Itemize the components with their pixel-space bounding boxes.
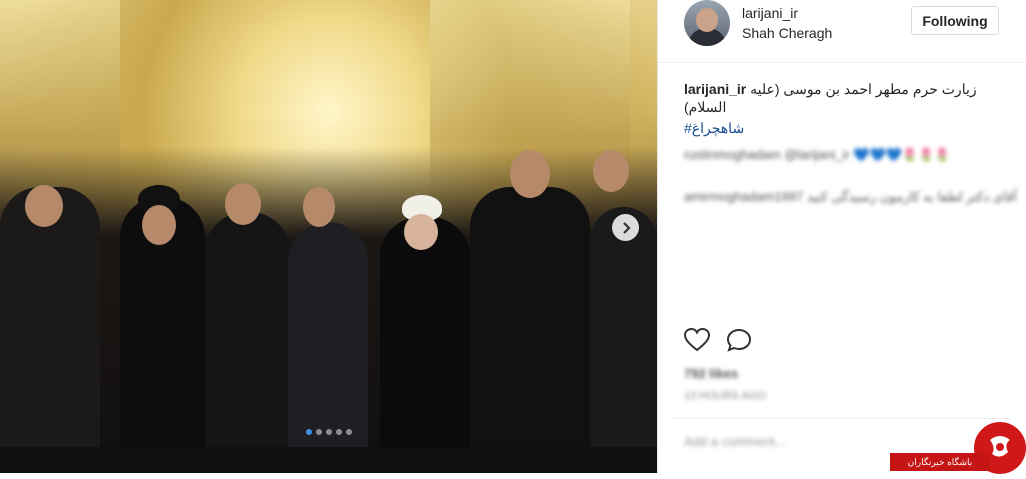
comment-text: آقای دکتر لطفا به کارمون رسیدگی کنید	[806, 189, 1017, 204]
comment-text: @larijani_ir 💙💙💙🌷🌷🌷	[784, 147, 951, 162]
chevron-right-icon	[622, 221, 631, 234]
action-bar	[683, 327, 764, 357]
hashtag-link[interactable]: #شاهچراغ	[684, 120, 744, 137]
photo-figure	[142, 205, 176, 245]
post-timestamp: 13 HOURS AGO	[684, 390, 766, 402]
following-button[interactable]: Following	[911, 6, 999, 35]
comment-username[interactable]: amirmoghadam1997	[684, 189, 803, 204]
like-button[interactable]	[683, 327, 711, 357]
carousel-indicator	[0, 422, 657, 440]
photo-figure	[225, 183, 261, 225]
photo-figure	[593, 150, 629, 192]
watermark-logo: باشگاه خبرنگاران	[890, 420, 1026, 476]
carousel-dot	[325, 429, 332, 435]
carousel-dot	[315, 429, 322, 435]
username-link[interactable]: larijani_ir	[742, 5, 798, 21]
comment-2: amirmoghadam1997 آقای دکتر لطفا به کارمو…	[684, 189, 1017, 205]
carousel-dot	[305, 429, 312, 435]
comment-1: rustinmoghadam @larijani_ir 💙💙💙🌷🌷🌷	[684, 147, 950, 163]
photo-figure	[590, 207, 657, 447]
carousel-dot	[335, 429, 342, 435]
photo-figure	[288, 222, 368, 447]
post-photo[interactable]	[0, 0, 657, 447]
post-caption: larijani_ir زیارت حرم مطهر احمد بن موسی …	[684, 80, 994, 116]
photo-figure	[25, 185, 63, 227]
watermark-label: باشگاه خبرنگاران	[890, 453, 990, 471]
post-details-panel: larijani_ir Shah Cheragh Following larij…	[657, 0, 1026, 473]
photo-figure	[510, 150, 550, 198]
photo-figure	[0, 187, 100, 447]
caption-username[interactable]: larijani_ir	[684, 81, 746, 97]
carousel-next-button[interactable]	[612, 214, 639, 241]
photo-figure	[205, 212, 290, 447]
divider	[674, 418, 1011, 419]
photo-figure	[470, 187, 590, 447]
avatar[interactable]	[684, 0, 730, 46]
photo-figure	[404, 214, 438, 250]
photo-figure	[303, 187, 335, 227]
post-header: larijani_ir Shah Cheragh Following	[658, 0, 1026, 63]
location-link[interactable]: Shah Cheragh	[742, 25, 832, 41]
comment-bubble-icon	[727, 328, 752, 352]
photo-figure	[380, 217, 470, 447]
likes-count[interactable]: 792 likes	[684, 366, 738, 381]
carousel-dot	[345, 429, 352, 435]
instagram-post: larijani_ir Shah Cheragh Following larij…	[0, 0, 1026, 476]
photo-bottom-strip	[0, 447, 657, 473]
comment-button[interactable]	[726, 328, 752, 357]
heart-icon	[683, 327, 711, 352]
comment-username[interactable]: rustinmoghadam	[684, 147, 781, 162]
